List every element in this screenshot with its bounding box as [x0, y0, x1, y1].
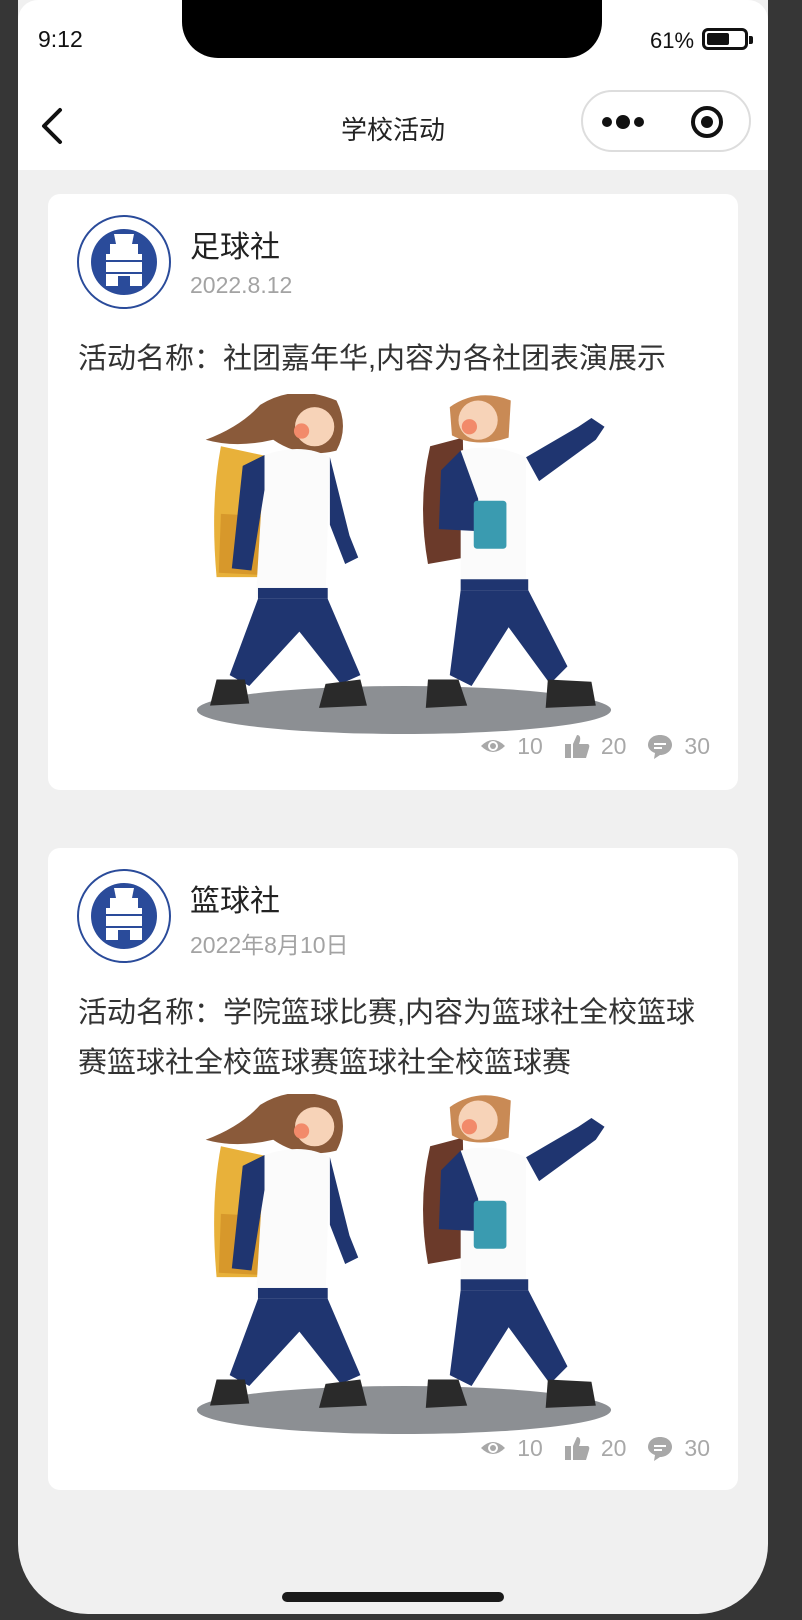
- like-count: 20: [600, 1434, 627, 1461]
- post-date: 2022年8月10日: [190, 932, 349, 958]
- home-indicator[interactable]: [282, 1592, 504, 1602]
- target-icon[interactable]: [687, 104, 727, 140]
- mini-program-capsule: [581, 90, 751, 152]
- eye-icon: [481, 740, 506, 752]
- status-time: 9:12: [38, 26, 83, 52]
- nav-bar: 学校活动: [18, 80, 768, 170]
- like-count: 20: [600, 732, 627, 759]
- post-card[interactable]: 足球社 2022.8.12 活动名称：社团嘉年华,内容为各社团表演展示 10 2…: [48, 194, 738, 790]
- club-name: 篮球社: [190, 885, 280, 918]
- eye-icon: [481, 1442, 506, 1454]
- post-card[interactable]: 篮球社 2022年8月10日 活动名称：学院篮球比赛,内容为篮球社全校篮球赛篮球…: [48, 848, 738, 1490]
- club-name: 足球社: [190, 231, 280, 264]
- club-logo: [77, 869, 171, 963]
- status-bar: 9:12 61%: [18, 0, 768, 80]
- post-stats: 10 20 30: [479, 1432, 710, 1464]
- comment-icon[interactable]: [646, 1434, 674, 1462]
- phone-screen: 9:12 61% 学校活动 足球社 2022.8.12 活动名称：社团嘉年华,内…: [18, 0, 768, 1614]
- battery-fill: [707, 33, 729, 45]
- students-illustration: [196, 1094, 612, 1434]
- post-description: 活动名称：社团嘉年华,内容为各社团表演展示: [78, 343, 667, 375]
- view-count: 10: [517, 732, 543, 759]
- post-description: 活动名称：学院篮球比赛,内容为篮球社全校篮球赛篮球社全校篮球赛篮球社全校篮球赛: [78, 997, 696, 1079]
- comment-icon[interactable]: [646, 732, 674, 760]
- thumbs-up-icon[interactable]: [563, 1434, 591, 1462]
- comment-count: 30: [684, 732, 710, 759]
- battery-icon: [702, 28, 753, 50]
- view-count: 10: [517, 1434, 543, 1461]
- comment-count: 30: [684, 1434, 710, 1461]
- more-dots-icon[interactable]: [597, 104, 657, 140]
- notch: [182, 0, 602, 58]
- post-date: 2022.8.12: [190, 272, 293, 298]
- thumbs-up-icon[interactable]: [563, 732, 591, 760]
- battery-percent: 61%: [650, 28, 695, 53]
- club-logo: [77, 215, 171, 309]
- post-stats: 10 20 30: [479, 730, 710, 762]
- students-illustration: [196, 394, 612, 734]
